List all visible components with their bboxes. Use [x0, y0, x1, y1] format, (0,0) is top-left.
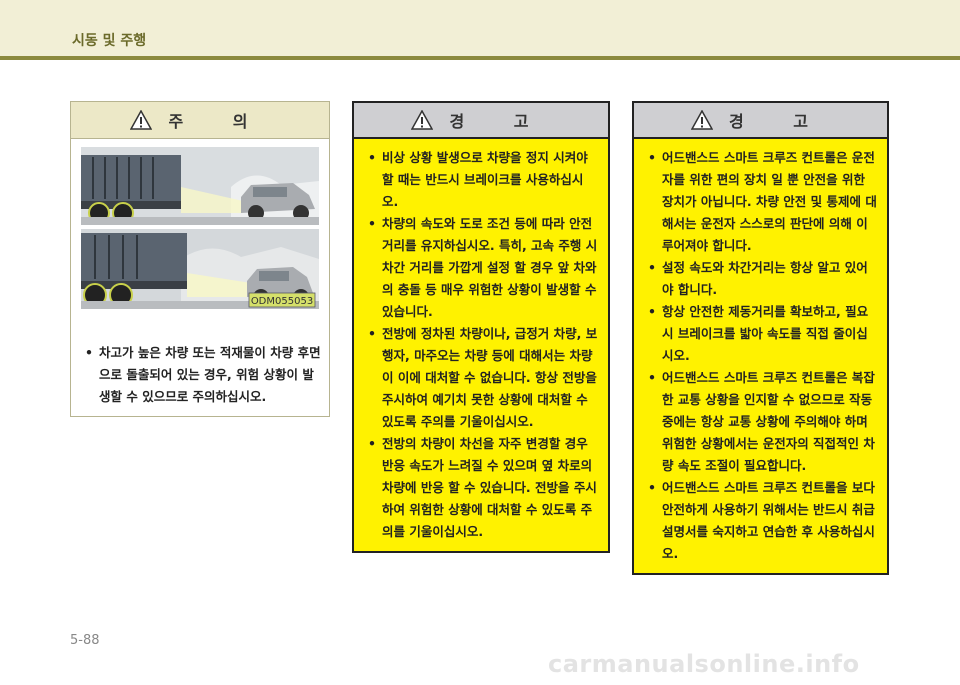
warning-list-1: 비상 상황 발생으로 차량을 정지 시켜야 할 때는 반드시 브레이크를 사용하… — [366, 147, 598, 543]
image-code: ODM055053 — [251, 296, 313, 307]
list-item: 전방에 정차된 차량이나, 급정거 차량, 보행자, 마주오는 차량 등에 대해… — [366, 323, 598, 433]
truck-following-illustration: ODM055053 — [81, 147, 319, 309]
list-item: 어드밴스드 스마트 크루즈 컨트롤은 복잡한 교통 상황을 인지할 수 없으므로… — [646, 367, 878, 477]
page-number: 5-88 — [70, 633, 100, 648]
scene-top — [81, 147, 319, 225]
warning-triangle-icon — [411, 110, 434, 130]
warning-title-bar-1: 경 고 — [354, 103, 608, 139]
header-divider — [0, 56, 960, 60]
caution-title: 주 의 — [168, 112, 270, 131]
list-item: 설정 속도와 차간거리는 항상 알고 있어야 합니다. — [646, 257, 878, 301]
warning-title-bar-2: 경 고 — [634, 103, 887, 139]
list-item: 전방의 차량이 차선을 자주 변경할 경우 반응 속도가 느려질 수 있으며 옆… — [366, 433, 598, 543]
caution-box: 주 의 ODM055053 • 차고가 높은 차량 또는 적재물이 차량 후면으… — [70, 101, 330, 417]
page-header: 시동 및 주행 — [0, 0, 960, 56]
warning-title-2: 경 고 — [728, 112, 830, 131]
warning-box-2: 경 고 어드밴스드 스마트 크루즈 컨트롤은 운전자를 위한 편의 장치 일 뿐… — [632, 101, 889, 575]
warning-title-1: 경 고 — [449, 112, 551, 131]
warning-triangle-icon — [130, 110, 153, 130]
warning-triangle-icon — [690, 110, 713, 130]
list-item: 차고가 높은 차량 또는 적재물이 차량 후면으로 돌출되어 있는 경우, 위험… — [83, 342, 321, 408]
list-item: 어드밴스드 스마트 크루즈 컨트롤을 보다 안전하게 사용하기 위해서는 반드시… — [646, 477, 878, 565]
watermark: carmanualsonline.info — [548, 650, 860, 678]
list-item: 차량의 속도와 도로 조건 등에 따라 안전거리를 유지하십시오. 특히, 고속… — [366, 213, 598, 323]
list-item: 항상 안전한 제동거리를 확보하고, 필요시 브레이크를 밟아 속도를 직접 줄… — [646, 301, 878, 367]
list-item: 비상 상황 발생으로 차량을 정지 시켜야 할 때는 반드시 브레이크를 사용하… — [366, 147, 598, 213]
caution-list: 차고가 높은 차량 또는 적재물이 차량 후면으로 돌출되어 있는 경우, 위험… — [83, 342, 321, 408]
caution-title-bar: 주 의 — [71, 102, 329, 139]
warning-box-1: 경 고 비상 상황 발생으로 차량을 정지 시켜야 할 때는 반드시 브레이크를… — [352, 101, 610, 553]
section-title: 시동 및 주행 — [72, 33, 147, 49]
list-item: 어드밴스드 스마트 크루즈 컨트롤은 운전자를 위한 편의 장치 일 뿐 안전을… — [646, 147, 878, 257]
warning-list-2: 어드밴스드 스마트 크루즈 컨트롤은 운전자를 위한 편의 장치 일 뿐 안전을… — [646, 147, 878, 565]
